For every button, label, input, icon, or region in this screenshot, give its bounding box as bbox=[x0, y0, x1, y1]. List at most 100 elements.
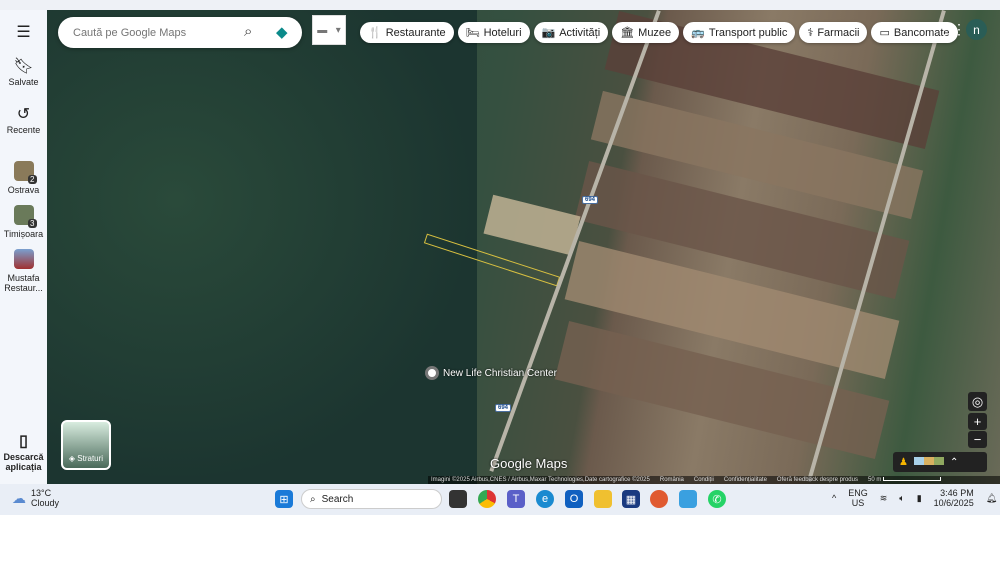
download-app[interactable]: ▯ Descarcă aplicația bbox=[0, 432, 47, 472]
map-type-button[interactable]: ▬ ▾ bbox=[312, 15, 346, 45]
zoom-out-button[interactable]: − bbox=[968, 431, 987, 448]
pin-icon bbox=[425, 366, 439, 380]
search-box: ⌕ ◆ bbox=[58, 17, 302, 48]
temperature: 13°C bbox=[31, 488, 52, 498]
edge-icon[interactable]: e bbox=[536, 490, 554, 508]
chip-pharmacies[interactable]: ⚕ Farmacii bbox=[799, 22, 868, 43]
scale-line bbox=[883, 477, 941, 481]
app-icon[interactable] bbox=[679, 490, 697, 508]
file-explorer-icon[interactable] bbox=[594, 490, 612, 508]
notification-icon[interactable]: 🔔︎ bbox=[986, 493, 997, 504]
system-tray: ^ ENG US ≋ 🔈︎ ▮ 3:46 PM 10/6/2025 🔔︎ bbox=[832, 488, 997, 508]
imagery-credit: Imagini ©2025 Airbus,CNES / Airbus,Maxar… bbox=[431, 477, 650, 483]
chrome-icon[interactable] bbox=[478, 490, 496, 508]
zoom-in-button[interactable]: + bbox=[968, 413, 987, 430]
avatar[interactable]: n bbox=[966, 19, 987, 40]
timisoara-thumbnail: 3 bbox=[13, 205, 37, 228]
chip-label: Transport public bbox=[708, 26, 788, 39]
chip-label: Hoteluri bbox=[483, 26, 522, 39]
restaurant-thumbnail bbox=[13, 249, 34, 269]
keyboard-icon: ▬ bbox=[317, 24, 328, 36]
weather-widget[interactable]: ☁ 13°C Cloudy bbox=[12, 488, 59, 508]
browser-top-edge bbox=[0, 0, 1000, 10]
chip-hotels[interactable]: 🛏 Hoteluri bbox=[457, 22, 530, 43]
chip-activities[interactable]: 📷 Activități bbox=[533, 22, 609, 43]
scale-bar[interactable]: 50 m bbox=[868, 477, 941, 483]
menu-icon[interactable]: ☰ bbox=[16, 23, 30, 43]
chevron-up-icon[interactable]: ^ bbox=[832, 493, 836, 503]
ostrava-thumbnail: 2 bbox=[13, 161, 37, 184]
expand-icon[interactable]: ⌃ bbox=[950, 457, 958, 468]
store-icon[interactable]: ▦ bbox=[622, 490, 640, 508]
pegman-icon[interactable]: ♟ bbox=[899, 457, 908, 468]
attribution-bar: Imagini ©2025 Airbus,CNES / Airbus,Maxar… bbox=[428, 476, 1000, 484]
place-marker[interactable]: New Life Christian Center bbox=[425, 366, 557, 380]
camera-icon: 📷 bbox=[541, 27, 556, 39]
region-label: US bbox=[851, 498, 865, 508]
search-icon: ⌕ bbox=[310, 493, 316, 505]
satellite-map[interactable]: 694 694 bbox=[47, 10, 1000, 484]
wifi-icon[interactable]: ≋ bbox=[880, 493, 888, 504]
scale-label: 50 m bbox=[867, 477, 882, 483]
chip-museums[interactable]: 🏛 Muzee bbox=[612, 22, 680, 43]
bookmark-icon: 🔖︎ bbox=[13, 58, 34, 75]
count-badge: 2 bbox=[28, 175, 37, 184]
road-shield: 694 bbox=[495, 404, 512, 412]
lang-label: ENG bbox=[848, 488, 868, 498]
atm-icon: ▭ bbox=[879, 27, 890, 39]
sidebar-item-saved[interactable]: 🔖︎ Salvate bbox=[0, 57, 47, 87]
imagery-thumbnails[interactable] bbox=[913, 456, 944, 468]
chevron-down-icon: ▾ bbox=[335, 24, 341, 36]
count-badge: 3 bbox=[28, 219, 37, 228]
search-icon[interactable]: ⌕ bbox=[244, 23, 252, 40]
sidebar: ☰ 🔖︎ Salvate ↺ Recente 2 Ostrava 3 Timișoara… bbox=[0, 10, 47, 484]
hotel-icon: 🛏 bbox=[465, 27, 480, 39]
layers-button[interactable]: ◈ Straturi bbox=[61, 420, 111, 470]
road-shield: 694 bbox=[582, 196, 599, 204]
start-icon[interactable]: ⊞ bbox=[275, 490, 293, 508]
cloud-icon: ☁ bbox=[12, 489, 26, 506]
museum-icon: 🏛 bbox=[620, 27, 635, 39]
directions-icon[interactable]: ◆ bbox=[276, 23, 288, 41]
recent-label: Recente bbox=[6, 125, 41, 135]
saved-label: Salvate bbox=[8, 77, 39, 87]
country-link[interactable]: România bbox=[660, 477, 684, 483]
privacy-link[interactable]: Confidențialitate bbox=[724, 477, 767, 483]
battery-icon[interactable]: ▮ bbox=[917, 493, 922, 504]
terms-link[interactable]: Condiții bbox=[694, 477, 714, 483]
whatsapp-icon[interactable]: ✆ bbox=[708, 490, 726, 508]
recent-mustafa[interactable]: Mustafa Restaur... bbox=[0, 249, 47, 293]
outlook-icon[interactable]: O bbox=[565, 490, 583, 508]
pharmacy-icon: ⚕ bbox=[807, 27, 814, 39]
search-label: Search bbox=[321, 493, 354, 505]
recent-label: Timișoara bbox=[3, 229, 44, 239]
recent-ostrava[interactable]: 2 Ostrava bbox=[0, 161, 47, 195]
street-view-bar: ♟ ⌃ bbox=[893, 452, 987, 472]
firefox-icon[interactable] bbox=[650, 490, 668, 508]
chip-transit[interactable]: 🚌 Transport public bbox=[683, 22, 796, 43]
taskbar-search[interactable]: ⌕ Search bbox=[301, 489, 442, 509]
search-input[interactable] bbox=[73, 26, 233, 39]
language-indicator[interactable]: ENG US bbox=[848, 488, 868, 508]
chip-restaurants[interactable]: 🍴 Restaurante bbox=[360, 22, 454, 43]
category-chips: 🍴 Restaurante 🛏 Hoteluri 📷 Activități 🏛 Muze… bbox=[360, 22, 958, 43]
place-label: New Life Christian Center bbox=[443, 367, 557, 379]
recent-timisoara[interactable]: 3 Timișoara bbox=[0, 205, 47, 239]
phone-icon: ▯ bbox=[19, 433, 28, 450]
chip-label: Restaurante bbox=[385, 26, 446, 39]
chip-label: Muzee bbox=[638, 26, 672, 39]
clock[interactable]: 3:46 PM 10/6/2025 bbox=[934, 488, 974, 508]
windows-taskbar: ☁ 13°C Cloudy ⊞ ⌕ Search T e O ▦ ✆ ^ ENG US … bbox=[0, 484, 1000, 515]
layers-icon: ◈ bbox=[68, 454, 78, 463]
task-view-icon[interactable] bbox=[449, 490, 467, 508]
sidebar-item-recent[interactable]: ↺ Recente bbox=[0, 105, 47, 135]
bus-icon: 🚌 bbox=[691, 27, 705, 39]
volume-icon[interactable]: 🔈︎ bbox=[899, 493, 904, 504]
restaurant-icon: 🍴 bbox=[368, 27, 382, 39]
teams-icon[interactable]: T bbox=[507, 490, 525, 508]
weather-condition: Cloudy bbox=[31, 498, 60, 508]
layers-label: Straturi bbox=[77, 454, 104, 463]
feedback-link[interactable]: Oferă feedback despre produs bbox=[777, 477, 858, 483]
my-location-button[interactable]: ◎ bbox=[968, 392, 987, 411]
download-label: Descarcă aplicația bbox=[3, 452, 44, 472]
